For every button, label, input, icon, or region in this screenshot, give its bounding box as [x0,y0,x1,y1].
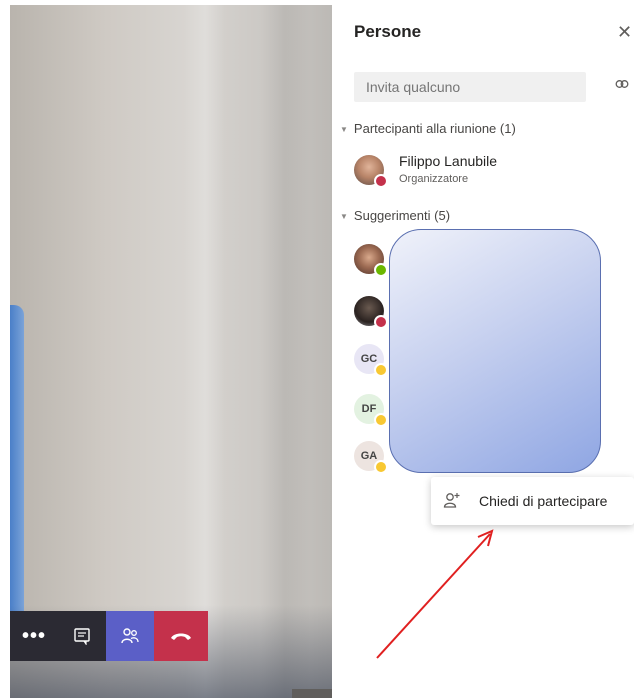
annotation-arrow [376,529,494,659]
